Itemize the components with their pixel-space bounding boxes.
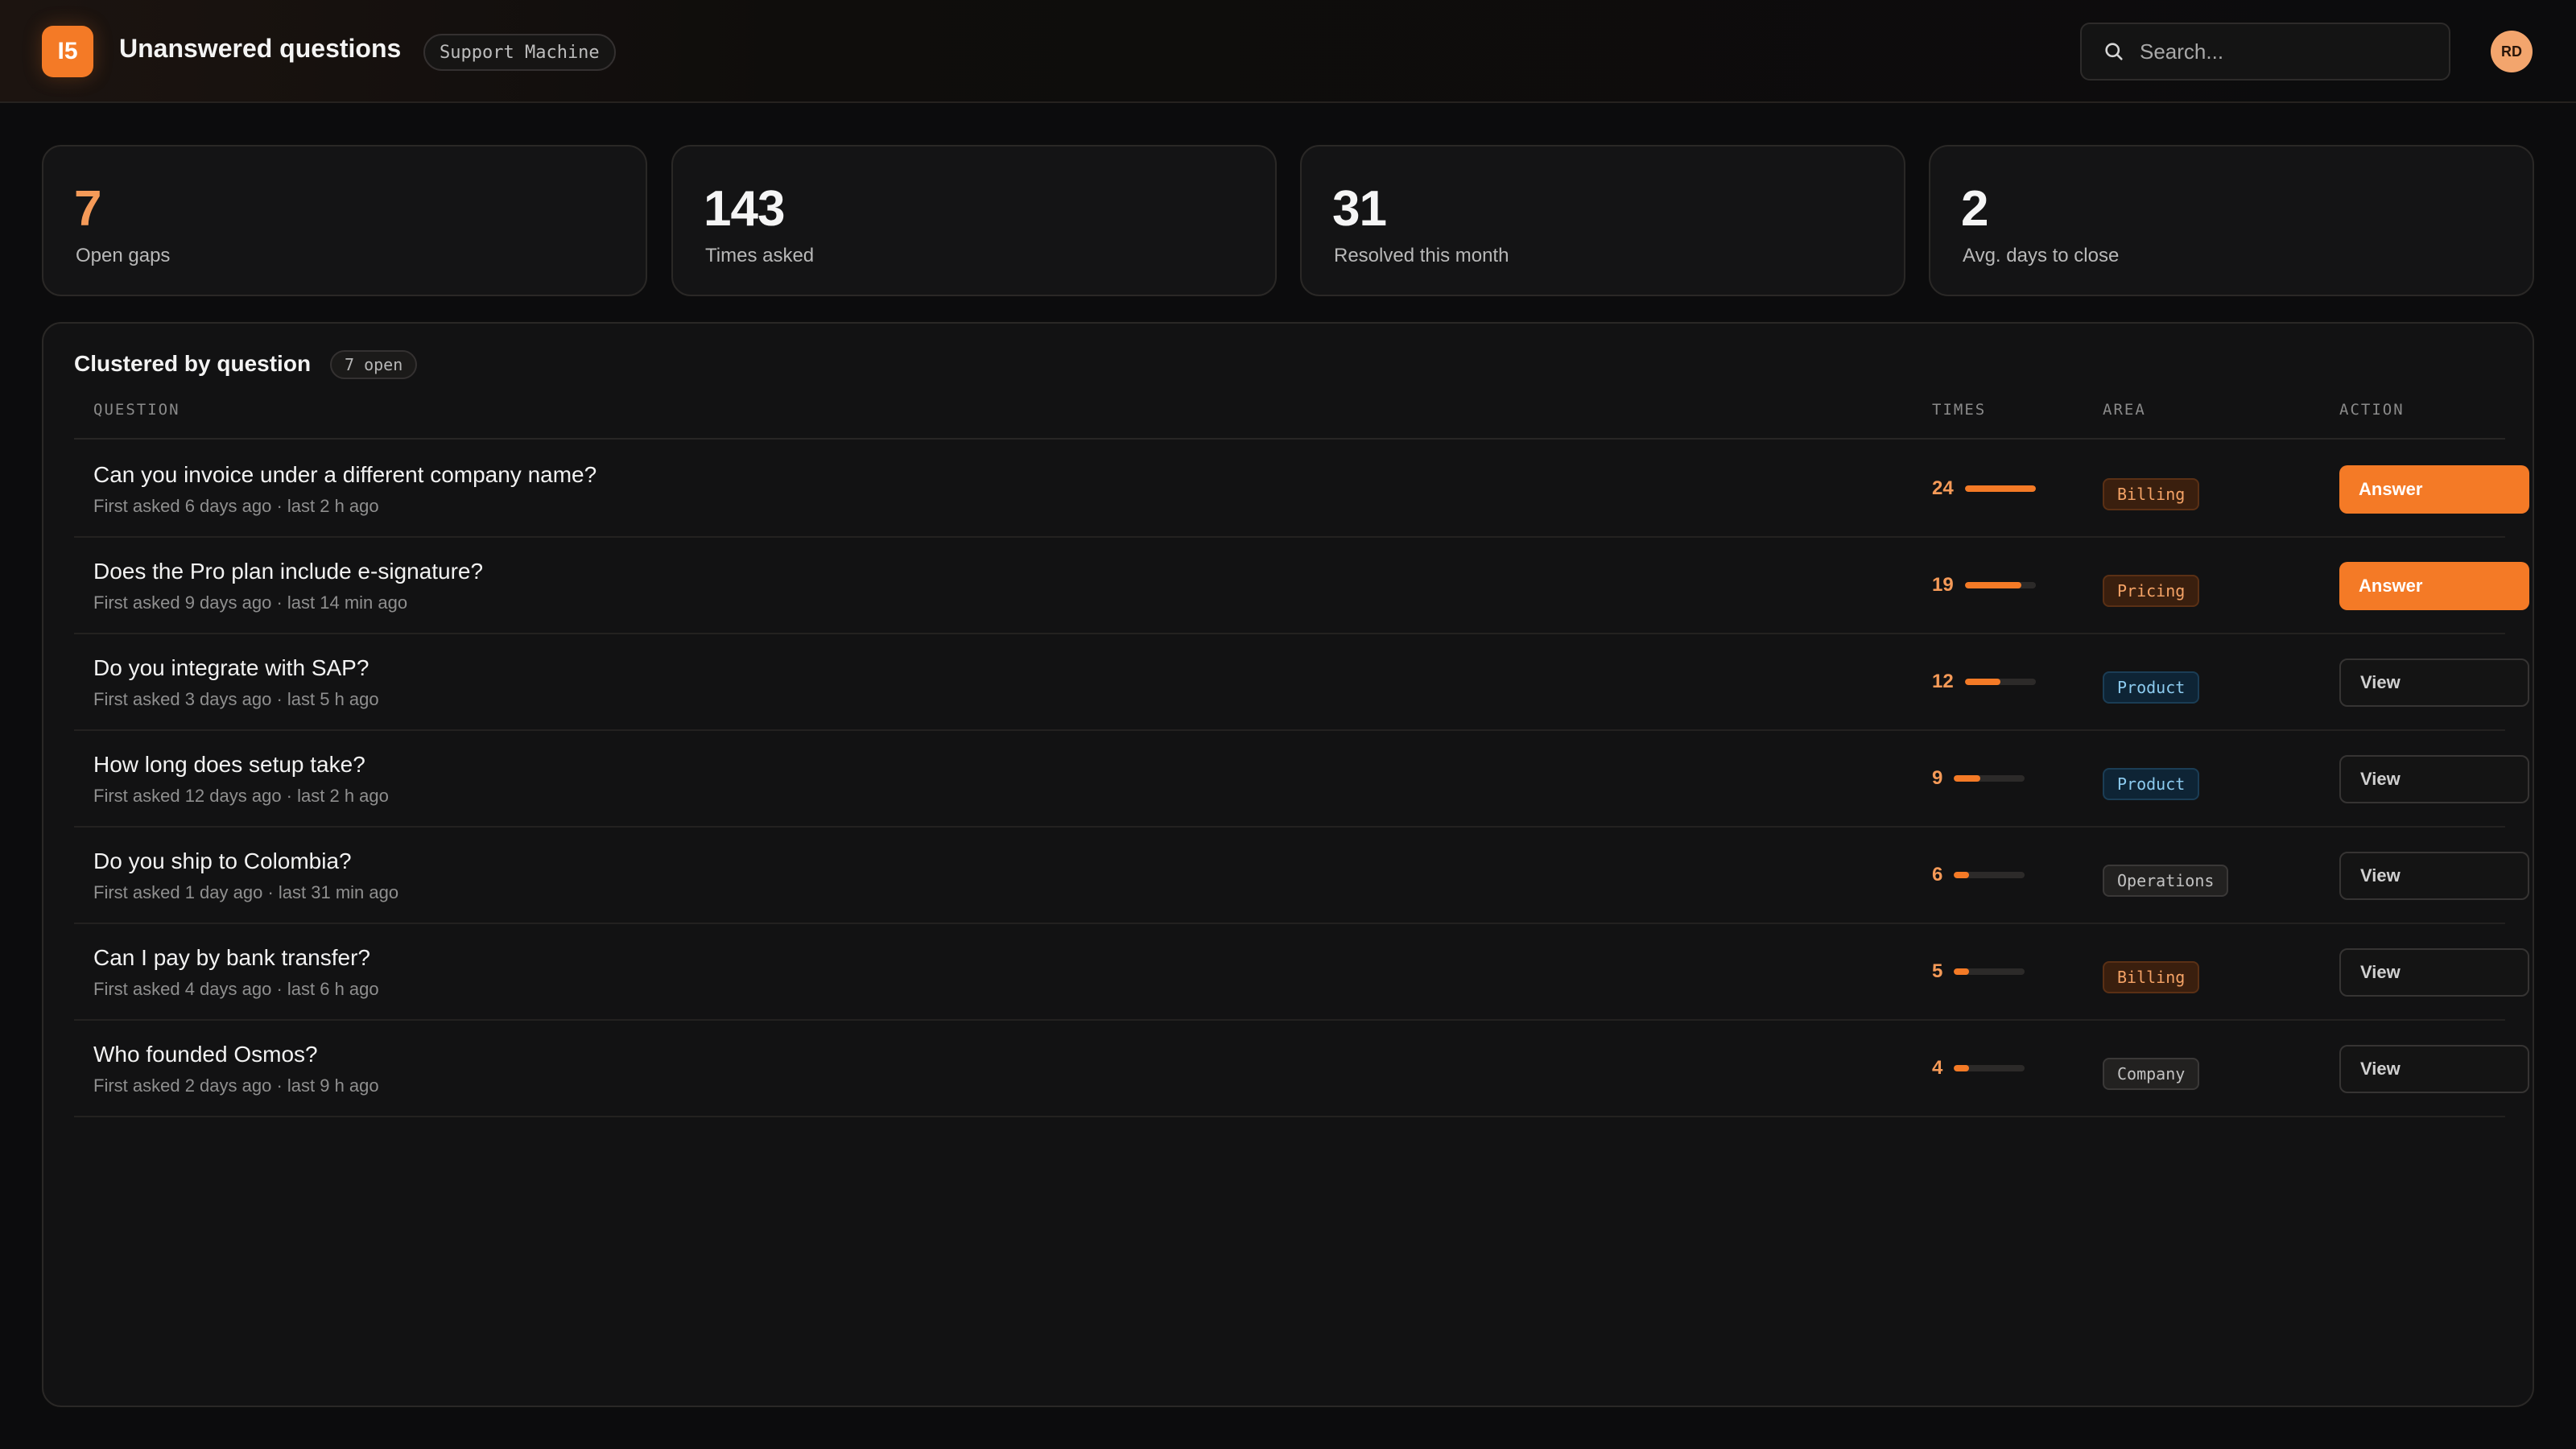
times-bar-track [1964, 485, 2036, 492]
times-count: 9 [1932, 767, 1943, 789]
question-meta: First asked 9 days ago · last 14 min ago [93, 592, 408, 613]
view-button[interactable]: View [2339, 852, 2529, 900]
question-meta: First asked 3 days ago · last 5 h ago [93, 689, 379, 709]
question-text[interactable]: Who founded Osmos? [93, 1042, 318, 1067]
workspace-badge: Support Machine [423, 34, 616, 71]
times-count: 19 [1932, 574, 1954, 596]
stat-label: Times asked [705, 245, 815, 266]
table-row[interactable]: Do you integrate with SAP? First asked 3 … [74, 634, 2529, 731]
times-cell: 4 [1932, 1056, 2025, 1080]
search-icon [2105, 43, 2123, 60]
times-bar-track [1954, 1065, 2025, 1071]
question-meta: First asked 1 day ago · last 31 min ago [93, 882, 399, 902]
stat-card-resolved: 31 Resolved this month [1300, 145, 1905, 296]
times-cell: 6 [1932, 863, 2025, 887]
times-bar-track [1964, 679, 2036, 685]
search-input[interactable] [2140, 39, 2446, 64]
table-row[interactable]: Can you invoice under a different compan… [74, 441, 2529, 538]
times-bar-fill [1954, 968, 1970, 975]
table-row[interactable]: Can I pay by bank transfer? First asked 4… [74, 924, 2529, 1021]
view-button[interactable]: View [2339, 658, 2529, 707]
question-text[interactable]: Do you integrate with SAP? [93, 655, 369, 681]
view-button[interactable]: View [2339, 755, 2529, 803]
stat-label: Open gaps [76, 245, 171, 266]
stat-value: 31 [1332, 181, 1387, 237]
times-cell: 5 [1932, 960, 2025, 984]
table-row[interactable]: Do you ship to Colombia? First asked 1 da… [74, 828, 2529, 924]
times-bar-fill [1954, 775, 1981, 782]
times-cell: 9 [1932, 766, 2025, 791]
times-cell: 12 [1932, 670, 2036, 694]
question-text[interactable]: How long does setup take? [93, 752, 365, 778]
app-logo[interactable]: I5 [42, 26, 93, 77]
times-bar-track [1954, 872, 2025, 878]
column-header-action: ACTION [2339, 401, 2405, 419]
times-bar-fill [1964, 582, 2021, 588]
area-tag: Billing [2103, 478, 2200, 510]
question-meta: First asked 12 days ago · last 2 h ago [93, 786, 389, 806]
stat-value: 2 [1961, 181, 1988, 237]
table-row[interactable]: Does the Pro plan include e-signature? Fi… [74, 538, 2529, 634]
times-cell: 19 [1932, 573, 2036, 597]
times-bar-fill [1954, 872, 1970, 878]
times-bar-fill [1964, 679, 2000, 685]
table-header: QUESTION TIMES AREA ACTION [74, 390, 2505, 440]
top-bar: I5 Unanswered questions Support Machine … [0, 0, 2576, 103]
question-meta: First asked 4 days ago · last 6 h ago [93, 979, 379, 999]
page-title: Unanswered questions [119, 34, 402, 63]
times-bar-track [1954, 968, 2025, 975]
area-tag: Product [2103, 671, 2200, 704]
times-bar-track [1964, 582, 2036, 588]
stat-label: Avg. days to close [1963, 245, 2120, 266]
times-count: 6 [1932, 864, 1943, 886]
times-cell: 24 [1932, 477, 2036, 501]
stat-label: Resolved this month [1334, 245, 1509, 266]
times-bar-track [1954, 775, 2025, 782]
area-tag: Pricing [2103, 575, 2200, 607]
stat-card-avg-days: 2 Avg. days to close [1929, 145, 2534, 296]
question-meta: First asked 2 days ago · last 9 h ago [93, 1075, 379, 1096]
column-header-question[interactable]: QUESTION [93, 401, 180, 419]
stat-value: 143 [704, 181, 785, 237]
question-text[interactable]: Can you invoice under a different compan… [93, 462, 597, 488]
column-header-times[interactable]: TIMES [1932, 401, 1986, 419]
question-text[interactable]: Do you ship to Colombia? [93, 848, 352, 874]
user-avatar[interactable]: RD [2491, 31, 2533, 72]
times-bar-fill [1964, 485, 2036, 492]
table-row[interactable]: How long does setup take? First asked 12 … [74, 731, 2529, 828]
answer-button[interactable]: Answer [2339, 562, 2529, 610]
view-button[interactable]: View [2339, 948, 2529, 997]
stat-card-open-gaps: 7 Open gaps [42, 145, 647, 296]
stat-value: 7 [74, 181, 101, 237]
stat-card-times-asked: 143 Times asked [671, 145, 1277, 296]
question-text[interactable]: Can I pay by bank transfer? [93, 945, 370, 971]
table-row[interactable]: Who founded Osmos? First asked 2 days ago… [74, 1021, 2529, 1117]
times-bar-fill [1954, 1065, 1970, 1071]
answer-button[interactable]: Answer [2339, 465, 2529, 514]
questions-panel: Clustered by question 7 open QUESTION TI… [42, 322, 2534, 1407]
panel-title: Clustered by question [74, 351, 312, 376]
column-header-area[interactable]: AREA [2103, 401, 2146, 419]
area-tag: Company [2103, 1058, 2200, 1090]
area-tag: Product [2103, 768, 2200, 800]
times-count: 24 [1932, 477, 1954, 499]
question-text[interactable]: Does the Pro plan include e-signature? [93, 559, 483, 584]
area-tag: Billing [2103, 961, 2200, 993]
times-count: 12 [1932, 671, 1954, 692]
search-box[interactable] [2080, 23, 2450, 80]
open-count-badge: 7 open [330, 350, 418, 379]
area-tag: Operations [2103, 865, 2229, 897]
times-count: 4 [1932, 1057, 1943, 1079]
times-count: 5 [1932, 960, 1943, 982]
view-button[interactable]: View [2339, 1045, 2529, 1093]
question-meta: First asked 6 days ago · last 2 h ago [93, 496, 379, 516]
